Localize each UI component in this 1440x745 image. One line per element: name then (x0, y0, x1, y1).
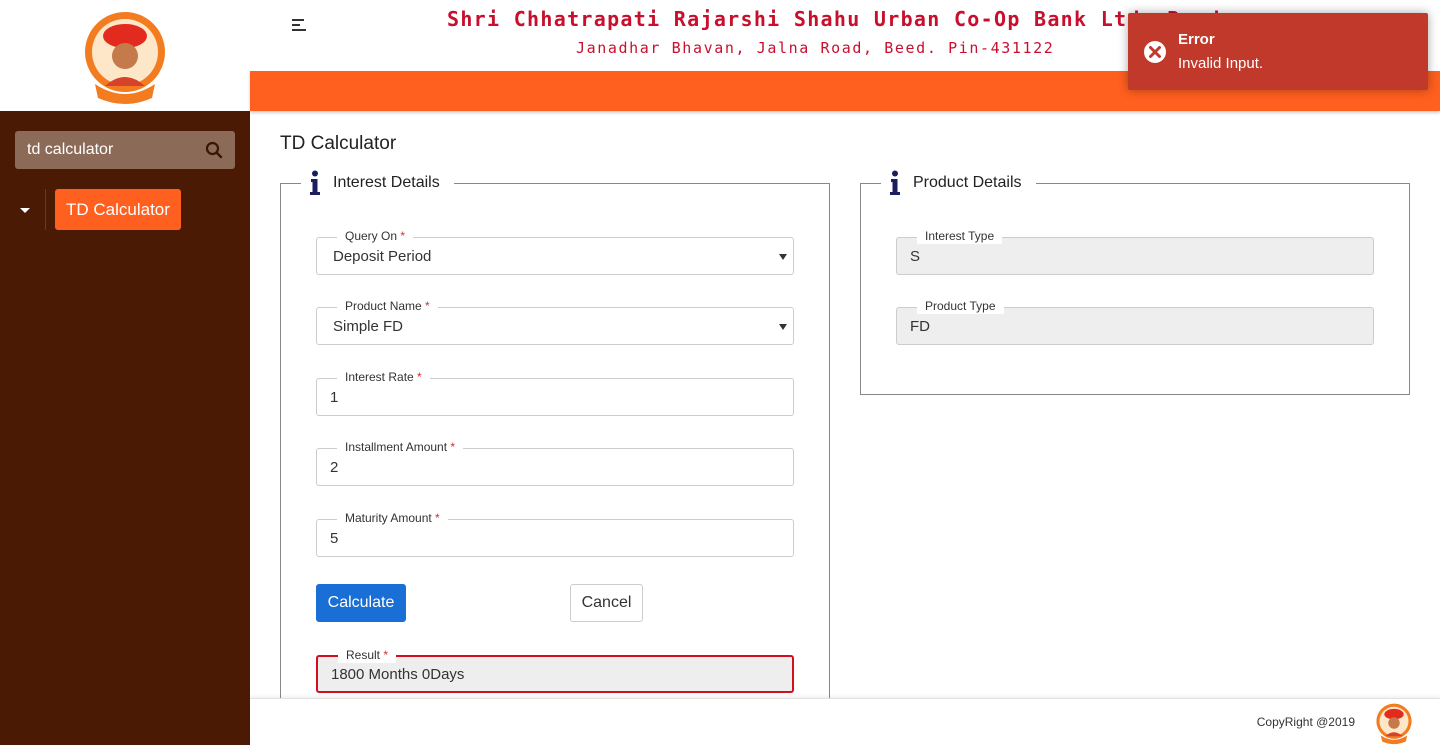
product-type-field: Product Type FD (896, 298, 1374, 345)
product-name-label: Product Name * (337, 298, 438, 314)
bank-logo (1376, 703, 1412, 745)
product-type-label: Product Type (917, 298, 1004, 314)
query-on-value: Deposit Period (333, 248, 432, 265)
sidebar: TD Calculator (0, 0, 250, 745)
logo-area (0, 0, 250, 111)
query-on-select[interactable]: Query On * Deposit Period (316, 228, 794, 275)
product-details-title: Product Details (913, 174, 1022, 191)
bank-logo (85, 11, 165, 104)
product-type-value: FD (910, 318, 930, 335)
sidebar-search (15, 131, 235, 169)
product-details-legend: Product Details (881, 168, 1036, 198)
product-name-select[interactable]: Product Name * Simple FD (316, 298, 794, 345)
interest-details-title: Interest Details (333, 174, 440, 191)
interest-details-legend: Interest Details (301, 168, 454, 198)
sidebar-menu-row: TD Calculator (0, 189, 250, 230)
info-icon (310, 170, 320, 195)
bank-address: Janadhar Bhavan, Jalna Road, Beed. Pin-4… (576, 39, 1055, 57)
info-icon (890, 170, 900, 195)
search-input[interactable] (27, 141, 197, 159)
chevron-down-icon (779, 254, 787, 260)
cancel-button[interactable]: Cancel (570, 584, 643, 622)
error-toast[interactable]: Error Invalid Input. (1128, 13, 1428, 90)
calculate-button[interactable]: Calculate (316, 584, 406, 622)
product-name-value: Simple FD (333, 318, 404, 335)
query-on-label: Query On * (337, 228, 414, 244)
interest-rate-value: 1 (330, 389, 339, 406)
product-details-card: Product Details (860, 168, 1410, 395)
menu-divider (45, 189, 46, 230)
interest-rate-label: Interest Rate * (337, 369, 430, 385)
maturity-amount-label: Maturity Amount * (337, 510, 448, 526)
copyright-text: CopyRight @2019 (1256, 715, 1355, 729)
hamburger-icon[interactable] (292, 18, 308, 32)
page-title: TD Calculator (280, 133, 397, 154)
result-value: 1800 Months 0Days (331, 666, 465, 683)
caret-down-icon[interactable] (19, 204, 31, 216)
chevron-down-icon (779, 324, 787, 330)
sidebar-item-td-calculator[interactable]: TD Calculator (55, 189, 181, 230)
interest-rate-field[interactable]: Interest Rate * 1 (316, 369, 794, 416)
installment-amount-value: 2 (330, 459, 339, 476)
footer: CopyRight @2019 (250, 698, 1440, 745)
installment-amount-label: Installment Amount * (337, 439, 464, 455)
toast-message: Invalid Input. (1178, 55, 1264, 72)
interest-type-value: S (910, 248, 921, 265)
interest-type-field: Interest Type S (896, 228, 1374, 275)
installment-amount-field[interactable]: Installment Amount * 2 (316, 439, 794, 486)
interest-type-label: Interest Type (917, 228, 1003, 244)
result-label: Result * (338, 647, 397, 663)
maturity-amount-value: 5 (330, 530, 339, 547)
search-icon[interactable] (205, 141, 223, 159)
maturity-amount-field[interactable]: Maturity Amount * 5 (316, 510, 794, 557)
toast-title: Error (1178, 31, 1215, 48)
error-icon (1144, 41, 1166, 63)
bank-name: Shri Chhatrapati Rajarshi Shahu Urban Co… (447, 7, 1221, 31)
result-field: Result * 1800 Months 0Days (316, 647, 794, 693)
